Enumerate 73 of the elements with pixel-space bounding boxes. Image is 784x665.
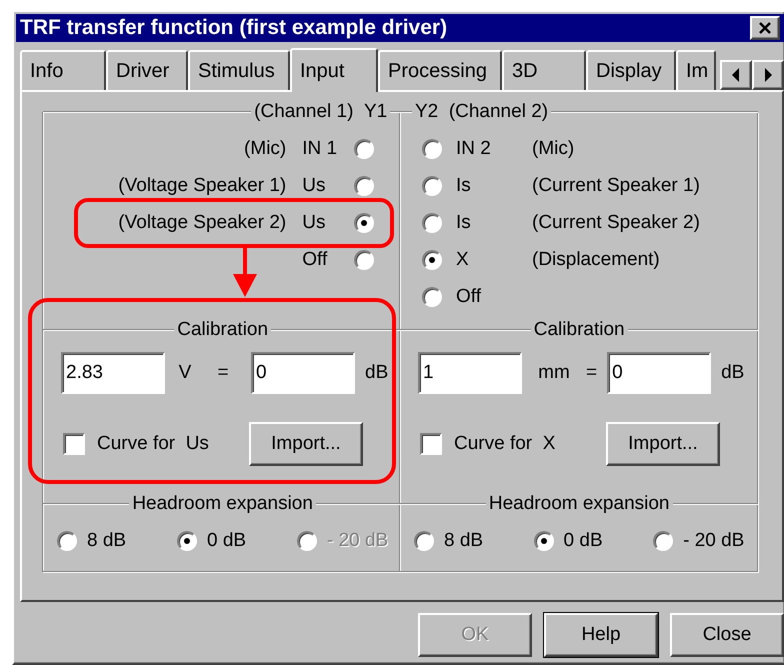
input-description: (Mic) [244, 138, 288, 160]
radio-button[interactable] [422, 176, 442, 196]
input-label: Us [301, 212, 326, 234]
dialog-button[interactable]: Close [670, 613, 784, 657]
unit-label: mm [537, 362, 571, 384]
equals-sign: = [216, 362, 230, 384]
unit-label: dB [721, 362, 744, 384]
radio-button[interactable] [422, 213, 442, 233]
tab[interactable]: Info [20, 50, 106, 90]
tab[interactable]: Display [586, 50, 676, 90]
radio-button[interactable] [354, 176, 374, 196]
checkbox[interactable] [420, 433, 442, 455]
section-title: Calibration [176, 319, 270, 341]
channel-header: Y2 (Channel 2) [414, 101, 550, 123]
equals-sign: = [586, 362, 598, 384]
tab[interactable]: Processing [378, 50, 502, 90]
unit-label: V [178, 362, 192, 384]
import-button[interactable]: Import... [606, 422, 720, 466]
close-icon[interactable] [750, 16, 780, 40]
input-label: Is [455, 175, 472, 197]
tab[interactable]: Stimulus [188, 50, 290, 90]
checkbox-label: Curve for Us [97, 433, 210, 455]
radio-button[interactable] [653, 531, 674, 551]
radio-label: - 20 dB [683, 530, 744, 552]
radio-button[interactable] [422, 139, 442, 159]
radio-label: 8 dB [444, 530, 484, 552]
radio-button[interactable] [422, 250, 442, 270]
radio-label: 8 dB [87, 530, 126, 552]
input-label: Is [455, 212, 472, 234]
input-label: Off [301, 249, 328, 271]
tab[interactable]: Input [290, 48, 378, 92]
db-field[interactable]: 0 [251, 352, 355, 394]
radio-label: 0 dB [564, 530, 603, 552]
import-button[interactable]: Import... [249, 422, 363, 466]
radio-button[interactable] [354, 250, 374, 270]
scroll-left-icon[interactable] [720, 60, 752, 90]
checkbox-label: Curve for X [454, 433, 556, 455]
input-description: (Mic) [532, 138, 574, 160]
radio-button[interactable] [176, 531, 197, 551]
calibration-field[interactable]: 1 [418, 352, 522, 394]
input-label: IN 2 [455, 138, 492, 160]
radio-button[interactable] [422, 287, 442, 307]
radio-button[interactable] [354, 139, 374, 159]
input-label: IN 1 [301, 138, 338, 160]
radio-button[interactable] [354, 213, 374, 233]
db-field[interactable]: 0 [607, 352, 712, 394]
input-description: (Current Speaker 2) [532, 212, 700, 234]
input-label: Us [301, 175, 326, 197]
calibration-field[interactable]: 2.83 [61, 352, 165, 394]
input-label: Off [455, 286, 482, 308]
radio-button[interactable] [534, 531, 554, 551]
unit-label: dB [365, 362, 388, 384]
scroll-right-icon[interactable] [752, 60, 784, 90]
input-description: (Voltage Speaker 1) [118, 175, 288, 197]
input-description: (Voltage Speaker 2) [118, 212, 288, 234]
tab[interactable]: 3D [502, 50, 586, 90]
input-description: (Current Speaker 1) [532, 175, 700, 197]
radio-label: - 20 dB [326, 530, 388, 552]
channel-header: (Channel 1) Y1 [253, 101, 388, 123]
radio-button[interactable] [57, 531, 77, 551]
section-title: Headroom expansion [488, 493, 670, 515]
radio-button[interactable] [414, 531, 434, 551]
input-description: (Displacement) [532, 249, 660, 271]
dialog-button[interactable]: Help [544, 613, 658, 657]
section-title: Headroom expansion [131, 493, 314, 515]
window-title: TRF transfer function (first example driver) [20, 16, 448, 40]
arrow [233, 245, 257, 297]
input-label: X [455, 249, 470, 271]
tab[interactable]: Im [676, 50, 716, 90]
radio-label: 0 dB [206, 530, 246, 552]
checkbox[interactable] [63, 433, 85, 455]
section-title: Calibration [532, 319, 626, 341]
tab[interactable]: Driver [106, 50, 188, 90]
